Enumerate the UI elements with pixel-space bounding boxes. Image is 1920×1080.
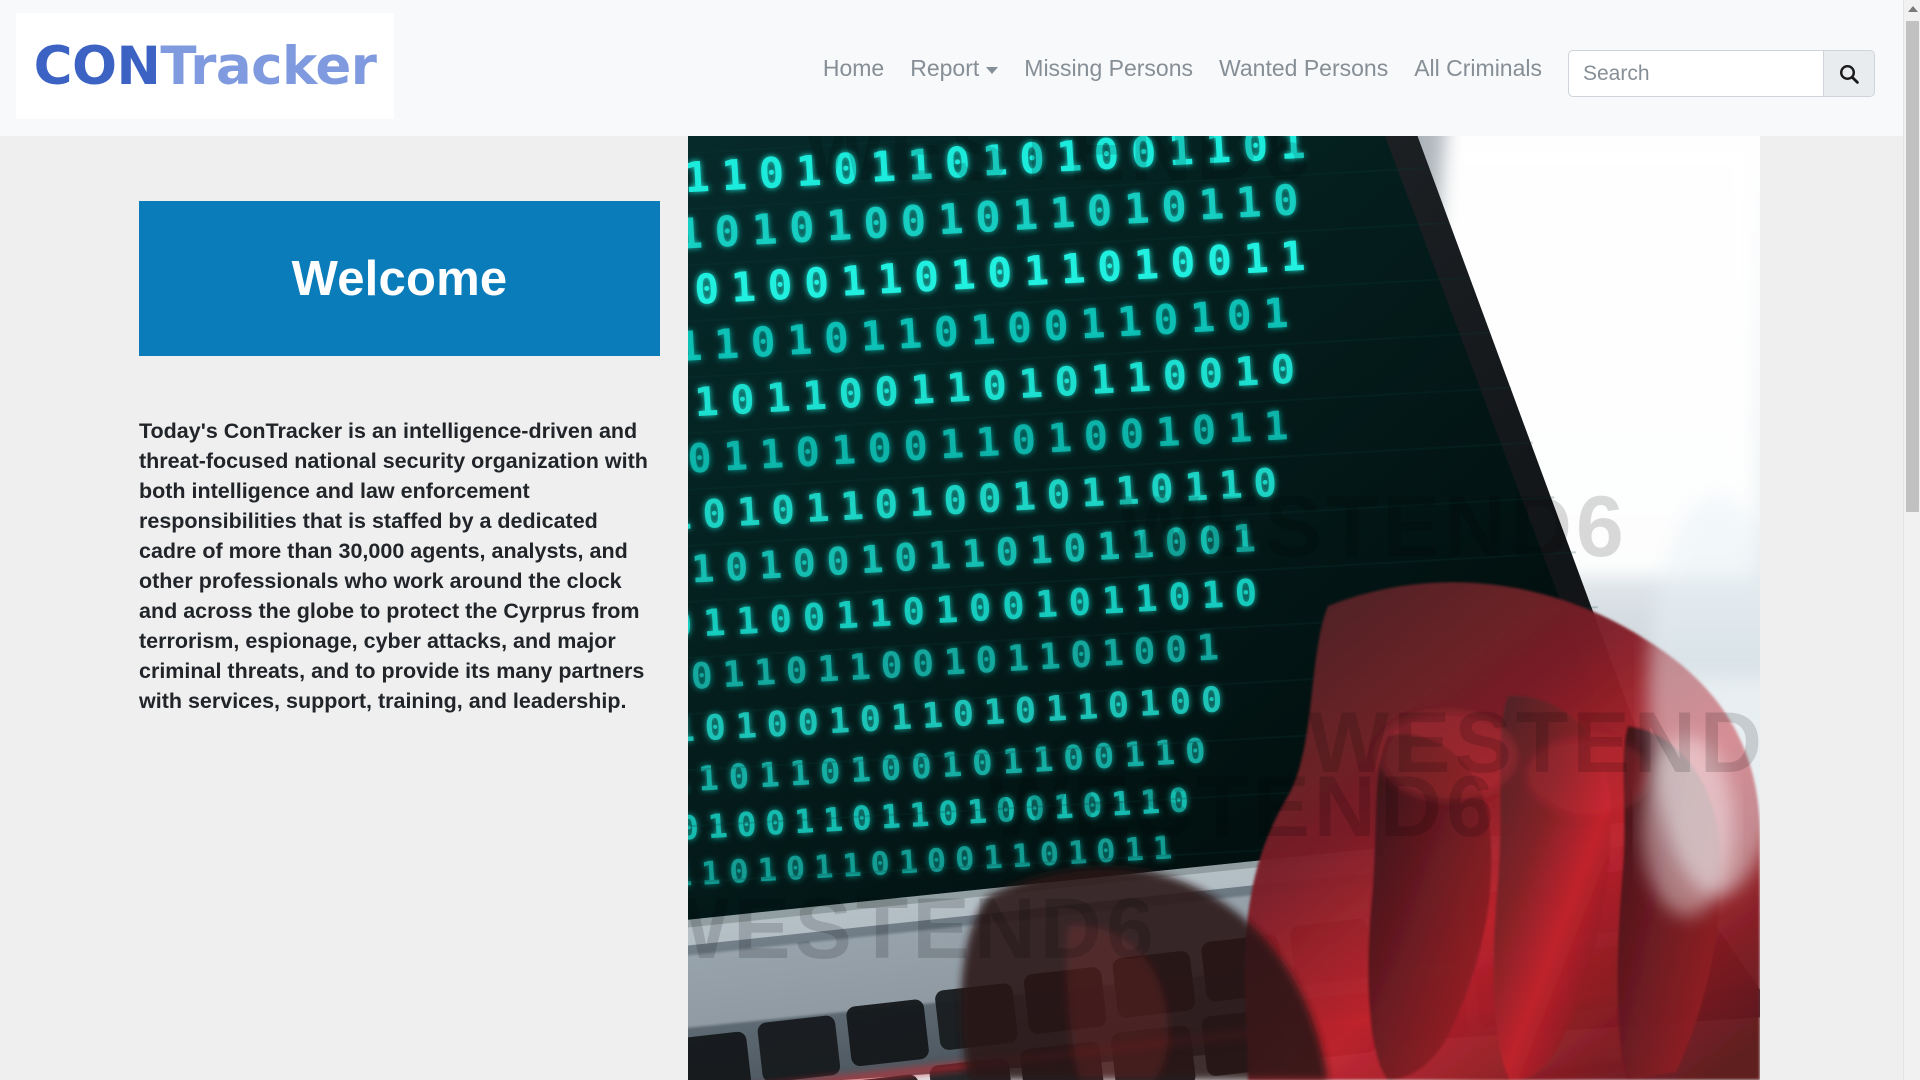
vertical-scrollbar[interactable] bbox=[1903, 0, 1920, 1080]
page-content: Welcome Today's ConTracker is an intelli… bbox=[0, 136, 1903, 1080]
hero-watermark-1: WESTEND6 bbox=[804, 136, 1314, 199]
brand-logo-text: CONTracker bbox=[34, 40, 377, 93]
search-form bbox=[1568, 50, 1875, 97]
brand-logo[interactable]: CONTracker bbox=[16, 13, 394, 119]
hero-watermark-5: WESTEND6 bbox=[1308, 695, 1760, 791]
nav-item-report[interactable]: Report bbox=[897, 55, 1011, 82]
hero-image-graphic: 1011010110101001101 0110101001011010110 … bbox=[688, 136, 1760, 1080]
search-icon bbox=[1839, 64, 1859, 84]
search-button[interactable] bbox=[1823, 50, 1875, 97]
brand-logo-con: CON bbox=[33, 35, 161, 97]
intro-paragraph: Today's ConTracker is an intelligence-dr… bbox=[139, 419, 648, 713]
brand-logo-tracker: Tracker bbox=[160, 35, 377, 97]
nav-item-report-label: Report bbox=[910, 54, 980, 81]
welcome-banner: Welcome bbox=[139, 201, 660, 356]
search-input[interactable] bbox=[1568, 50, 1823, 97]
nav-item-home[interactable]: Home bbox=[810, 55, 897, 82]
nav-item-all-criminals[interactable]: All Criminals bbox=[1401, 55, 1555, 82]
hero-watermark-4: WESTEND6 bbox=[688, 881, 1158, 977]
nav-item-all-criminals-label: All Criminals bbox=[1414, 54, 1542, 81]
welcome-title: Welcome bbox=[291, 251, 508, 306]
nav-item-wanted-persons[interactable]: Wanted Persons bbox=[1206, 55, 1401, 82]
chevron-down-icon bbox=[986, 66, 999, 74]
hero-image: 1011010110101001101 0110101001011010110 … bbox=[688, 136, 1760, 1080]
nav-item-home-label: Home bbox=[822, 54, 885, 81]
nav-item-missing-persons-label: Missing Persons bbox=[1024, 54, 1194, 81]
site-header: CONTracker Home Report Missing Persons W… bbox=[0, 0, 1903, 136]
scroll-up-icon[interactable] bbox=[1904, 0, 1920, 17]
scroll-thumb[interactable] bbox=[1906, 21, 1919, 512]
main-navigation: Home Report Missing Persons Wanted Perso… bbox=[810, 0, 1555, 136]
nav-item-wanted-persons-label: Wanted Persons bbox=[1219, 54, 1389, 81]
hero-watermark-2: WESTEND6 bbox=[1118, 479, 1628, 575]
nav-item-missing-persons[interactable]: Missing Persons bbox=[1011, 55, 1206, 82]
